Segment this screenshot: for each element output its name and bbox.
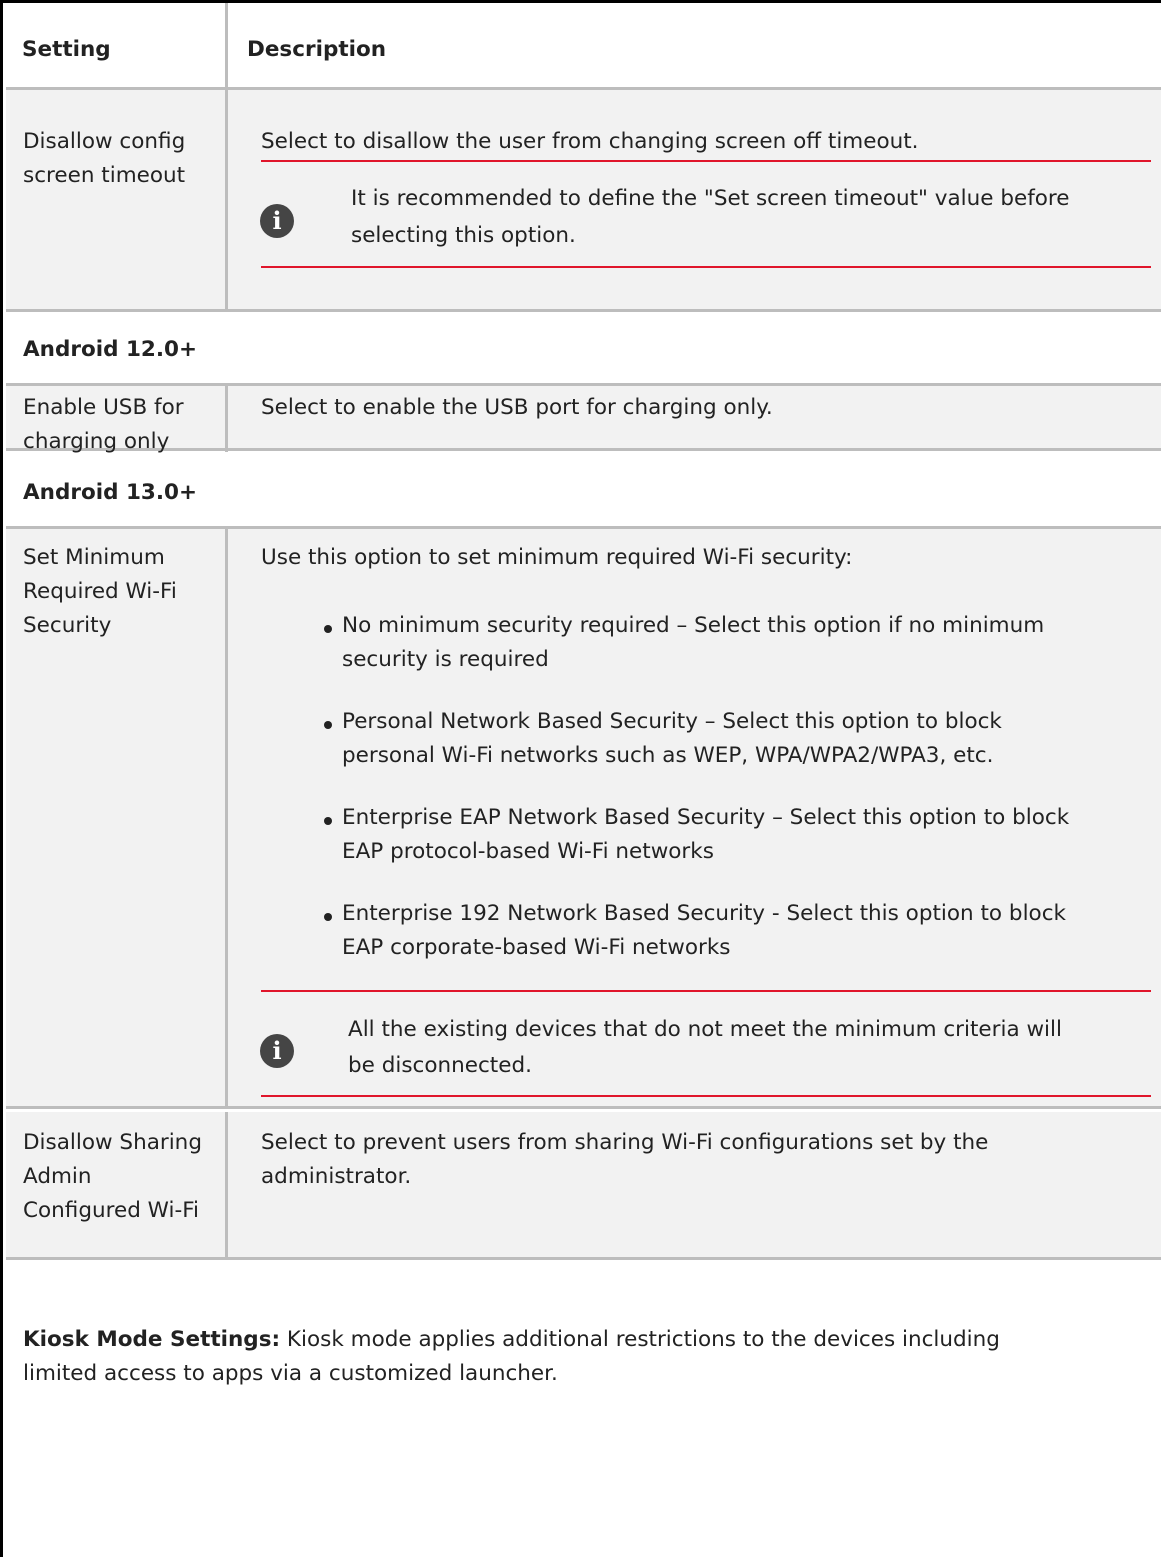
kiosk-text: limited access to apps via a customized … <box>23 1361 558 1386</box>
setting-label: Disallow Sharing <box>23 1130 202 1155</box>
bullet-text: EAP protocol-based Wi-Fi networks <box>342 839 714 864</box>
setting-cell: Enable USB for charging only <box>6 386 228 454</box>
note-top-rule <box>261 990 1151 992</box>
description-text: Select to enable the USB port for chargi… <box>261 395 773 420</box>
note-top-rule <box>261 160 1151 162</box>
bullet-dot <box>324 913 332 921</box>
note-text: be disconnected. <box>348 1053 532 1078</box>
bullet-text: No minimum security required – Select th… <box>342 613 1045 638</box>
note-bottom-rule <box>261 1095 1151 1097</box>
note-bottom-rule <box>261 266 1151 268</box>
header-setting: Setting <box>22 37 111 62</box>
kiosk-section: Kiosk Mode Settings: Kiosk mode applies … <box>6 1263 1161 1393</box>
bullet-text: Enterprise EAP Network Based Security – … <box>342 805 1070 830</box>
setting-cell: Set Minimum Required Wi-Fi Security <box>6 529 228 1106</box>
section-header: Android 13.0+ <box>6 455 1161 529</box>
bullet-dot <box>324 817 332 825</box>
info-icon: i <box>260 1034 294 1068</box>
bullet-text: security is required <box>342 647 549 672</box>
note-text: It is recommended to define the "Set scr… <box>351 186 1070 211</box>
description-cell: Select to enable the USB port for chargi… <box>231 386 1161 448</box>
kiosk-title: Kiosk Mode Settings: <box>23 1327 281 1352</box>
setting-label: Security <box>23 613 112 638</box>
kiosk-text: Kiosk mode applies additional restrictio… <box>280 1327 1000 1352</box>
setting-label: Admin <box>23 1164 92 1189</box>
table-row: Disallow Sharing Admin Configured Wi-Fi … <box>6 1112 1161 1260</box>
info-icon: i <box>260 204 294 238</box>
header-setting-cell: Setting <box>6 3 228 87</box>
setting-label: Enable USB for <box>23 395 184 420</box>
bullet-dot <box>324 625 332 633</box>
table-header: Setting Description <box>6 3 1161 90</box>
table-row: Enable USB for charging only Select to e… <box>6 386 1161 454</box>
note-text: All the existing devices that do not mee… <box>348 1017 1062 1042</box>
bullet-dot <box>324 721 332 729</box>
bullet-text: personal Wi-Fi networks such as WEP, WPA… <box>342 743 994 768</box>
description-intro: Use this option to set minimum required … <box>261 545 853 570</box>
setting-cell: Disallow Sharing Admin Configured Wi-Fi <box>6 1112 228 1257</box>
setting-label: Required Wi-Fi <box>23 579 177 604</box>
description-text: Select to disallow the user from changin… <box>261 129 919 154</box>
bullet-text: Personal Network Based Security – Select… <box>342 709 1002 734</box>
description-cell: Use this option to set minimum required … <box>231 529 1161 1106</box>
kiosk-line1: Kiosk Mode Settings: Kiosk mode applies … <box>23 1322 1000 1358</box>
setting-label: Set Minimum <box>23 545 165 570</box>
section-header: Android 12.0+ <box>6 312 1161 386</box>
header-description-cell: Description <box>231 3 1161 87</box>
description-cell: Select to prevent users from sharing Wi-… <box>231 1112 1161 1257</box>
setting-label: screen timeout <box>23 163 186 188</box>
description-text: Select to prevent users from sharing Wi-… <box>261 1130 989 1155</box>
description-text: administrator. <box>261 1164 412 1189</box>
table-row: Set Minimum Required Wi-Fi Security Use … <box>6 529 1161 1109</box>
table-row: Disallow config screen timeout Select to… <box>6 90 1161 312</box>
section-title: Android 13.0+ <box>23 480 198 505</box>
setting-label: Configured Wi-Fi <box>23 1198 199 1223</box>
description-cell: Select to disallow the user from changin… <box>231 90 1161 309</box>
bullet-text: Enterprise 192 Network Based Security - … <box>342 901 1066 926</box>
section-title: Android 12.0+ <box>23 337 198 362</box>
bullet-text: EAP corporate-based Wi-Fi networks <box>342 935 731 960</box>
setting-cell: Disallow config screen timeout <box>6 90 228 309</box>
setting-label: Disallow config <box>23 129 186 154</box>
header-description: Description <box>247 37 387 62</box>
note-text: selecting this option. <box>351 223 576 248</box>
